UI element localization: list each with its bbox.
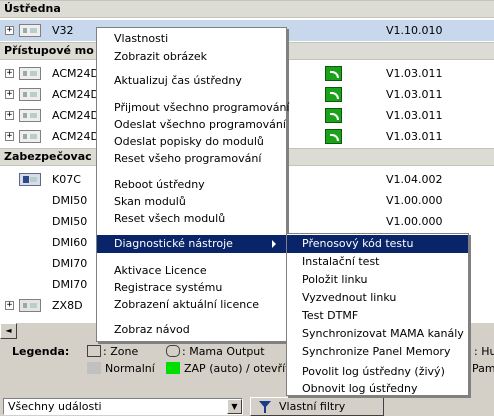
menu-item-license-activation[interactable]: Aktivace Licence: [97, 262, 286, 280]
menu-separator: [99, 93, 284, 94]
module-device-icon: [19, 24, 41, 37]
bottom-toolbar: Všechny události ▼ Vlastní filtry: [0, 397, 494, 416]
device-name: DMI60: [52, 236, 88, 249]
menu-item-properties[interactable]: Vlastnosti: [97, 30, 286, 48]
filter-funnel-icon: [259, 401, 271, 413]
menu-item-show-current-license[interactable]: Zobrazení aktuální licence: [97, 296, 286, 314]
submenu-arrow-icon: [272, 240, 276, 248]
submenu-item-sync-panel-memory[interactable]: Synchronize Panel Memory: [287, 343, 468, 361]
menu-separator: [99, 257, 284, 258]
expand-toggle[interactable]: +: [5, 90, 14, 99]
menu-item-send-all-programming[interactable]: Odeslat všechno programování: [97, 116, 286, 134]
mama-output-swatch-icon: [166, 345, 180, 357]
zap-swatch-icon: [166, 362, 180, 374]
menu-separator: [99, 230, 284, 231]
submenu-item-transmission-test-code[interactable]: Přenosový kód testu: [287, 235, 468, 253]
legend-label: Legenda:: [12, 345, 70, 358]
device-name: DMI70: [52, 278, 88, 291]
expand-toggle[interactable]: +: [5, 301, 14, 310]
menu-separator: [99, 69, 284, 70]
module-device-icon: [19, 109, 41, 122]
menu-item-reset-all-modules[interactable]: Reset všech modulů: [97, 210, 286, 228]
expand-toggle[interactable]: +: [5, 111, 14, 120]
legend-pam: Pam: [472, 362, 494, 375]
diagnostic-submenu: Přenosový kód testu Instalační test Polo…: [286, 233, 469, 396]
menu-item-update-panel-time[interactable]: Aktualizuj čas ústředny: [97, 72, 286, 90]
submenu-item-refresh-log[interactable]: Obnovit log ústředny: [287, 380, 468, 398]
submenu-item-test-dtmf[interactable]: Test DTMF: [287, 307, 468, 325]
menu-item-send-labels-to-modules[interactable]: Odeslat popisky do modulů: [97, 133, 286, 151]
legend-zone: : Zone: [103, 345, 139, 358]
signal-status-icon: [325, 87, 342, 102]
module-device-icon: [19, 67, 41, 80]
device-version: V1.10.010: [386, 24, 443, 37]
device-name: ACM24D: [52, 130, 99, 143]
device-name: V32: [52, 24, 74, 37]
menu-item-diagnostic-tools[interactable]: Diagnostické nástroje: [97, 235, 286, 253]
menu-separator: [99, 171, 284, 172]
device-name: ACM24D: [52, 88, 99, 101]
device-version: V1.00.000: [386, 215, 443, 228]
expand-toggle[interactable]: +: [5, 26, 14, 35]
menu-item-system-registration[interactable]: Registrace systému: [97, 279, 286, 297]
custom-filters-button[interactable]: Vlastní filtry: [250, 397, 384, 416]
section-header-ustredna: Ústředna: [0, 0, 494, 18]
device-version: V1.03.011: [386, 88, 443, 101]
keypad-device-icon: [19, 173, 41, 186]
scroll-left-button[interactable]: ◄: [0, 323, 17, 339]
menu-item-reset-all-programming[interactable]: Reset všeho programování: [97, 150, 286, 168]
legend-mama-output: : Mama Output: [182, 345, 265, 358]
device-version: V1.03.011: [386, 130, 443, 143]
device-name: K07C: [52, 173, 81, 186]
device-name: DMI50: [52, 194, 88, 207]
module-device-icon: [19, 88, 41, 101]
menu-item-show-manual[interactable]: Zobraz návod: [97, 321, 286, 339]
submenu-item-sync-mama-channels[interactable]: Synchronizovat MAMA kanály: [287, 325, 468, 343]
normal-swatch-icon: [87, 362, 101, 374]
menu-item-scan-modules[interactable]: Skan modulů: [97, 193, 286, 211]
expand-toggle[interactable]: +: [5, 69, 14, 78]
device-version: V1.03.011: [386, 109, 443, 122]
submenu-item-installation-test[interactable]: Instalační test: [287, 253, 468, 271]
legend-zap: ZAP (auto) / otevřít: [184, 362, 290, 375]
module-device-icon: [19, 130, 41, 143]
signal-status-icon: [325, 66, 342, 81]
legend-hub: : Hub: [474, 345, 494, 358]
context-menu: Vlastnosti Zobrazit obrázek Aktualizuj č…: [96, 27, 290, 342]
signal-status-icon: [325, 108, 342, 123]
custom-filters-label: Vlastní filtry: [279, 400, 346, 413]
device-name: ACM24D: [52, 109, 99, 122]
event-filter-select[interactable]: Všechny události ▼: [3, 398, 243, 415]
menu-item-receive-all-programming[interactable]: Přijmout všechno programování: [97, 99, 290, 117]
menu-separator: [99, 317, 284, 318]
submenu-item-pick-up-line[interactable]: Vyzvednout linku: [287, 289, 468, 307]
legend-normal: Normalní: [105, 362, 155, 375]
menu-item-diagnostic-tools-label: Diagnostické nástroje: [114, 237, 233, 250]
menu-item-reboot-panel[interactable]: Reboot ústředny: [97, 176, 286, 194]
menu-item-show-picture[interactable]: Zobrazit obrázek: [97, 48, 286, 66]
event-filter-value: Všechny události: [8, 400, 102, 413]
device-name: DMI70: [52, 257, 88, 270]
submenu-item-hang-up-line[interactable]: Položit linku: [287, 271, 468, 289]
device-name: ZX8D: [52, 299, 83, 312]
submenu-item-enable-live-log[interactable]: Povolit log ústředny (živý): [287, 363, 468, 381]
expand-toggle[interactable]: +: [5, 132, 14, 141]
device-version: V1.03.011: [386, 67, 443, 80]
expander-device-icon: [19, 299, 41, 312]
device-name: ACM24D: [52, 67, 99, 80]
device-version: V1.00.000: [386, 194, 443, 207]
device-name: DMI50: [52, 215, 88, 228]
zone-swatch-icon: [87, 345, 101, 357]
chevron-down-icon[interactable]: ▼: [227, 399, 242, 414]
signal-status-icon: [325, 129, 342, 144]
device-version: V1.04.002: [386, 173, 443, 186]
